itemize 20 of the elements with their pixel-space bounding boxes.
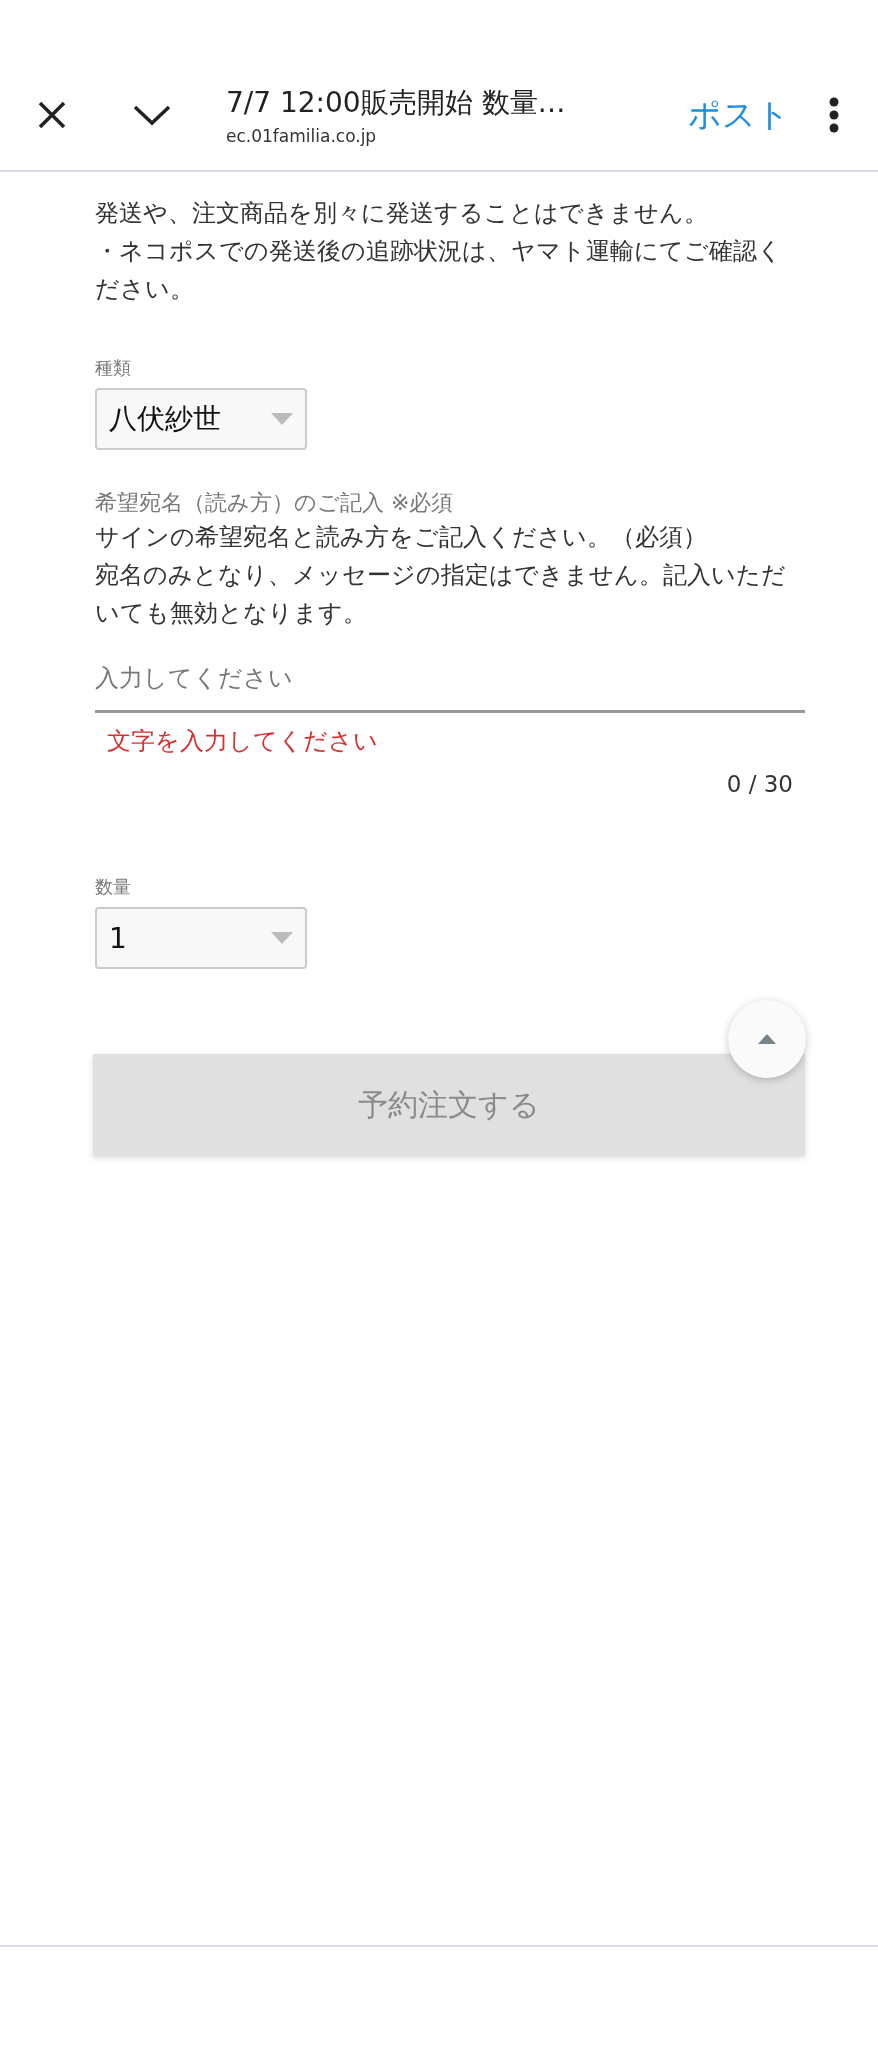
- page-url: ec.01familia.co.jp: [226, 126, 378, 146]
- chevron-down-icon: [133, 104, 171, 126]
- select-field[interactable]: 1: [95, 907, 307, 969]
- character-counter: 0 / 30: [725, 771, 793, 797]
- field-description: 宛名のみとなり、メッセージの指定はできません。記入いただいても無効となります。: [95, 560, 787, 629]
- post-button[interactable]: ポスト: [688, 92, 790, 138]
- page-title: 7/7 12:00販売開始 数量…: [226, 85, 567, 121]
- error-message: 文字を入力してください: [107, 726, 379, 757]
- notice-text: ・ネコポスでの発送後の追跡状況は、ヤマト運輸にてご確認ください。: [95, 236, 783, 305]
- notice-text: 発送や、注文商品を別々に発送することはできません。: [95, 198, 709, 229]
- field-label: 数量: [95, 875, 132, 899]
- field-label: 希望宛名（読み方）のご記入 ※必須: [95, 489, 455, 517]
- caret-icon: [271, 932, 293, 944]
- more-icon: [829, 97, 839, 133]
- close-icon: [37, 100, 67, 130]
- caret-up-icon: [758, 1034, 776, 1044]
- select-field[interactable]: 八伏紗世: [95, 388, 307, 450]
- field-label: 種類: [95, 356, 132, 380]
- field-description: サインの希望宛名と読み方をご記入ください。（必須）: [95, 522, 708, 553]
- caret-icon: [271, 413, 293, 425]
